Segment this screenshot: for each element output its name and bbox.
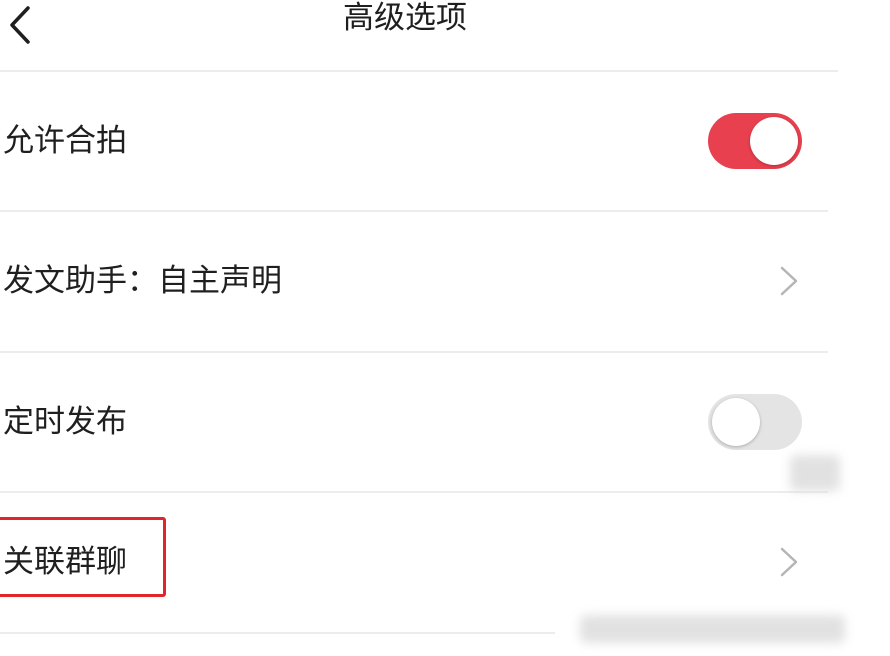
option-row-post-assistant[interactable]: 发文助手：自主声明 — [0, 212, 838, 350]
toggle-knob — [712, 398, 760, 446]
page-title: 高级选项 — [343, 0, 467, 36]
option-row-allow-duet: 允许合拍 — [0, 72, 838, 210]
scheduled-post-toggle[interactable] — [708, 394, 802, 450]
option-label: 允许合拍 — [3, 123, 127, 159]
blurred-region — [580, 615, 845, 643]
option-row-scheduled-post: 定时发布 — [0, 353, 838, 491]
highlight-annotation — [0, 517, 166, 597]
toggle-knob — [750, 117, 798, 165]
option-label: 定时发布 — [3, 404, 127, 440]
blurred-region — [790, 455, 840, 491]
chevron-right-icon — [778, 264, 800, 298]
divider — [0, 632, 555, 634]
chevron-right-icon — [778, 545, 800, 579]
allow-duet-toggle[interactable] — [708, 113, 802, 169]
option-label: 发文助手：自主声明 — [3, 263, 282, 299]
nav-bar: 高级选项 — [0, 0, 890, 70]
